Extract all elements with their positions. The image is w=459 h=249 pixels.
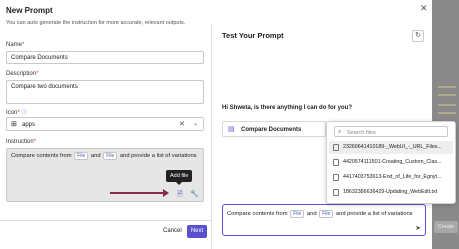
annotation-arrow [110,192,166,194]
file-icon [333,189,339,196]
send-icon[interactable]: ➤ [415,224,421,232]
name-label: Name* [6,42,25,48]
list-icon: ▤ [228,126,235,133]
search-placeholder: Search files [347,129,376,136]
instruction-text: Compare contents from File and File and … [11,152,197,160]
icon-label: Icon* ⓘ [6,110,27,116]
file-icon [333,174,339,181]
add-file-icon[interactable]: 🗎 [177,190,183,201]
description-label: Description* [6,71,39,77]
prompt-card[interactable]: ▤ Compare Documents [222,121,326,137]
file-list-item[interactable]: 18632386636429-Updating_WebEdit.txt [329,186,453,199]
add-file-tooltip: Add file [166,170,193,185]
description-field[interactable]: Compare two documents [6,80,204,104]
test-panel-title: Test Your Prompt [222,31,284,40]
description-value: Compare two documents [11,84,78,90]
file-list-item[interactable]: 4417403753613-End_of_Life_for_Egnyt... [329,171,453,184]
instruction-text-part: and [90,153,101,159]
file-list-item[interactable]: 4420574111501-Creating_Custom_Clas... [329,156,453,169]
file-icon [333,144,339,151]
chat-text-part: Compare contents from [227,211,288,217]
dialog-hint: You can auto generate the instruction fo… [6,20,186,26]
next-button[interactable]: Next [187,225,207,238]
file-name: 18632386636429-Updating_WebEdit.txt [343,189,438,195]
background-text-line [438,94,456,96]
background-text-line [438,112,456,114]
info-icon[interactable]: ⓘ [21,110,27,116]
dialog-title: New Prompt [6,6,53,15]
instruction-label: Instruction* [6,139,37,145]
chat-input[interactable]: Compare contents from File and File and … [222,204,426,236]
refresh-icon[interactable]: ↻ [412,30,424,42]
apps-grid-icon: ⊞ [11,121,17,128]
file-chip[interactable]: File [74,152,89,160]
name-field[interactable]: Compare Documents [6,51,204,64]
clear-icon[interactable]: ✕ [179,120,185,128]
instruction-text-part: Compare contents from [11,153,72,159]
search-files-input[interactable]: ⌕ Search files [334,126,448,137]
file-chip[interactable]: File [103,152,118,160]
panel-divider [211,24,212,249]
chat-text-part: and provide a list of variations [335,211,413,217]
background-create-button: Create [434,221,458,233]
greeting-text: Hi Shweta, is there anything I can do fo… [222,105,353,111]
chat-text-part: and [306,211,317,217]
footer-divider [0,220,211,221]
name-value: Compare Documents [11,55,68,61]
icon-select[interactable]: ⊞ apps ✕ ⌄ [6,117,204,131]
instruction-text-part: and provide a list of variations [119,153,197,159]
background-text-line [438,104,456,106]
file-name: 23260641410189-_WebUI_-_URL_Files... [343,144,442,150]
prompt-card-label: Compare Documents [241,126,302,133]
chevron-down-icon[interactable]: ⌄ [193,120,198,127]
file-name: 4417403753613-End_of_Life_for_Egnyt... [343,174,442,180]
background-text-line [438,86,456,88]
file-list-item[interactable]: 23260641410189-_WebUI_-_URL_Files... [329,141,453,154]
chat-input-text: Compare contents from File and File and … [227,210,413,218]
search-icon: ⌕ [338,128,342,135]
close-icon[interactable]: ✕ [420,3,428,14]
file-chip[interactable]: File [319,210,334,218]
wrench-icon[interactable]: 🔧 [190,190,199,198]
file-icon [333,159,339,166]
annotation-arrow-head [163,189,169,197]
file-chip[interactable]: File [290,210,305,218]
icon-value: apps [22,121,36,128]
file-picker-popup: ⌕ Search files 23260641410189-_WebUI_-_U… [326,121,456,204]
cancel-button[interactable]: Cancel [163,228,182,234]
file-name: 4420574111501-Creating_Custom_Clas... [343,159,442,165]
